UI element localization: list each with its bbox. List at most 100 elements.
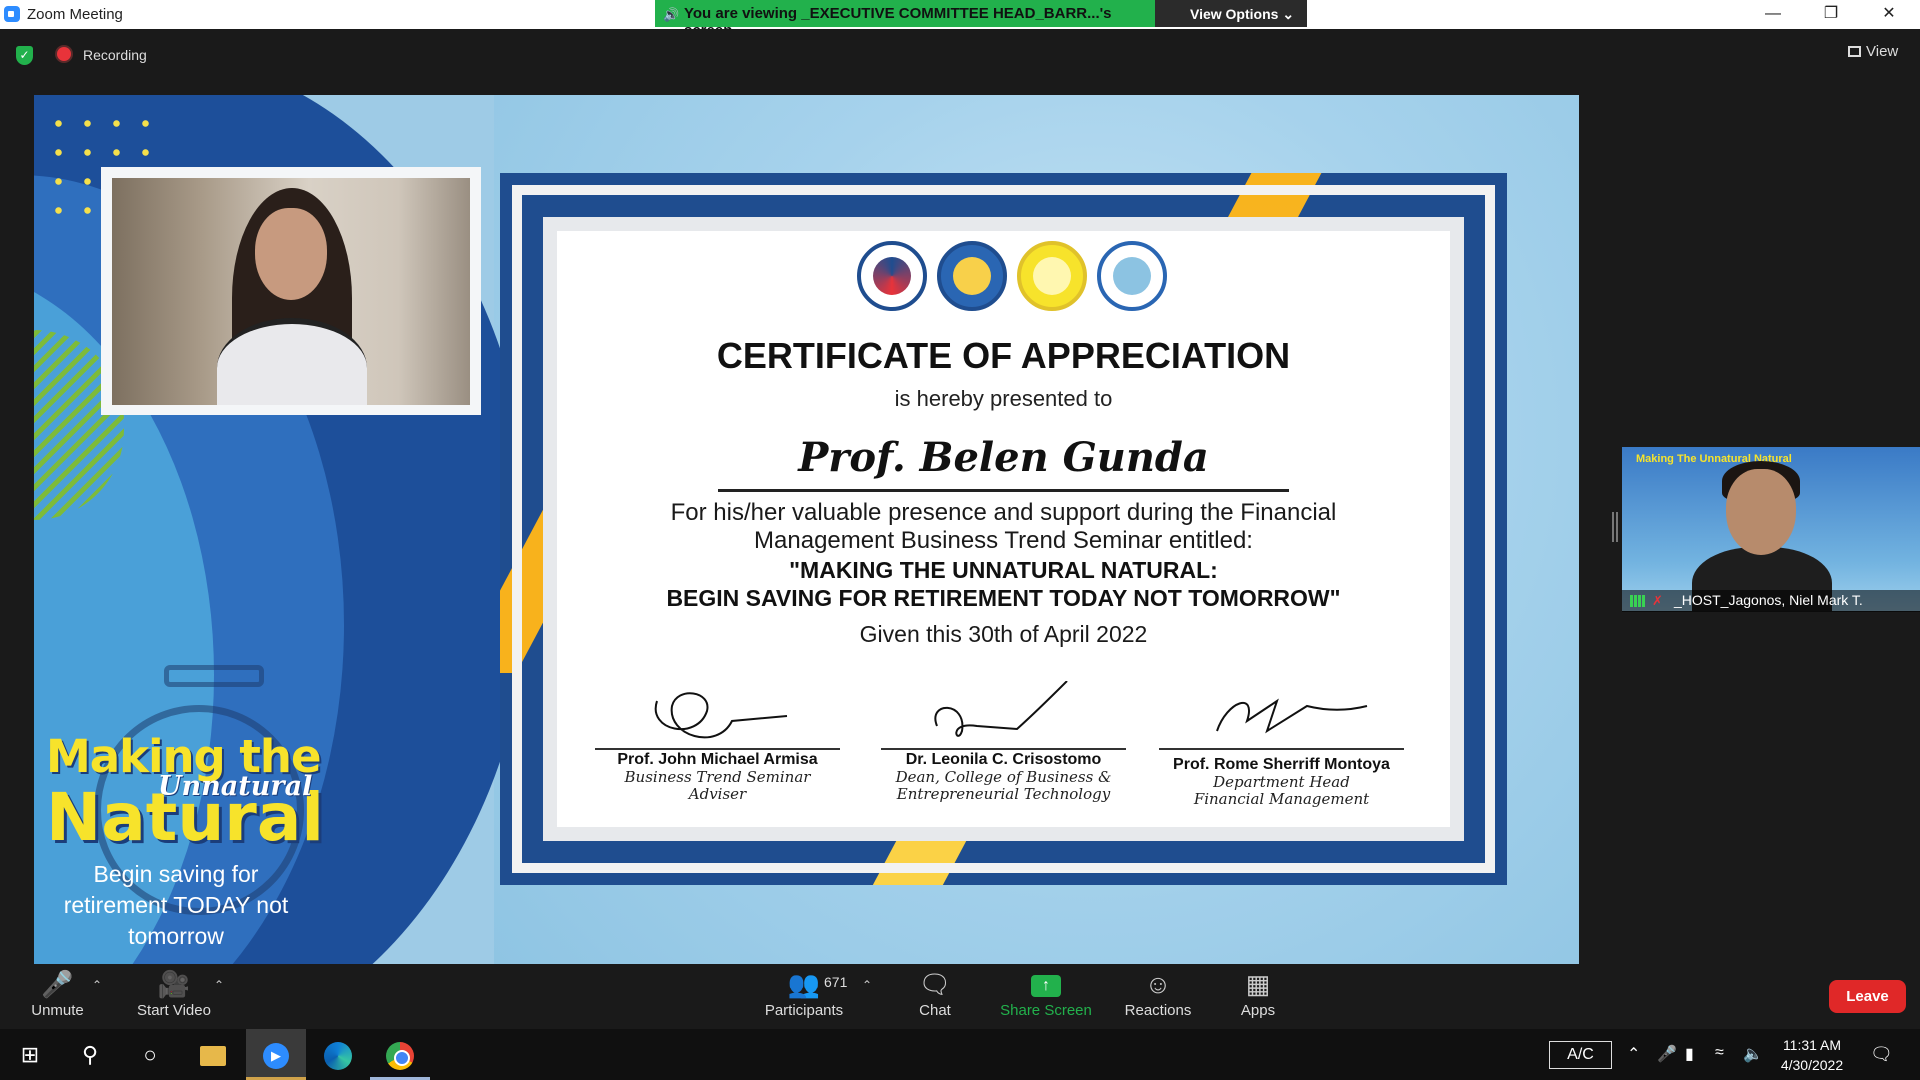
certificate-body-text: For his/her valuable presence and suppor… [557, 499, 1450, 555]
chrome-taskbar-button[interactable] [370, 1029, 430, 1080]
logo-unnatural: Unnatural [158, 771, 313, 802]
reactions-icon: ☺ [1144, 969, 1172, 999]
recording-dot-icon [57, 47, 71, 61]
apps-label: Apps [1240, 1002, 1276, 1019]
restore-button[interactable]: ❐ [1802, 0, 1860, 29]
view-options-button[interactable]: View Options ⌄ [1155, 0, 1307, 27]
notifications-icon[interactable]: 🗨 [1870, 1044, 1893, 1065]
taskbar-date: 4/30/2022 [1780, 1057, 1844, 1073]
participants-label: Participants [764, 1002, 844, 1019]
restore-icon: ❐ [1823, 5, 1839, 22]
certificate-body-line-2: Management Business Trend Seminar entitl… [754, 527, 1253, 554]
file-explorer-button[interactable] [183, 1029, 243, 1080]
view-button[interactable]: View [1848, 43, 1898, 60]
signature-3 [1216, 698, 1368, 734]
signatory-2-role-1: Dean, College of Business & [895, 768, 1112, 786]
signal-strength-icon [1630, 595, 1646, 607]
host-video-thumbnail[interactable]: Making The Unnatural Natural [1622, 447, 1920, 611]
seal-logo-2 [937, 241, 1007, 311]
close-icon: ✕ [1882, 5, 1896, 22]
host-name: _HOST_Jagonos, Niel Mark T. [1674, 592, 1863, 608]
signatory-3-role-2: Financial Management [1193, 790, 1370, 808]
ac-indicator[interactable]: A/C [1549, 1041, 1612, 1069]
signatory-3-role-1: Department Head [1213, 773, 1350, 791]
signatory-1-role-2: Adviser [688, 785, 747, 803]
reactions-button[interactable]: ☺ Reactions [1118, 964, 1198, 1029]
signatory-1: Prof. John Michael Armisa Business Trend… [595, 751, 840, 803]
recording-label[interactable]: Recording [83, 47, 147, 63]
window-title-bar: Zoom Meeting 🔊 You are viewing _EXECUTIV… [0, 0, 1920, 39]
leave-button[interactable]: Leave [1829, 980, 1906, 1013]
certificate-presented-text: is hereby presented to [894, 386, 1113, 411]
recipient-name: Prof. Belen Gunda [798, 434, 1209, 481]
certificate-date: Given this 30th of April 2022 [859, 621, 1148, 647]
mic-muted-icon: 🎤 [41, 969, 74, 999]
share-screen-label: Share Screen [1000, 1002, 1092, 1019]
signatory-2-role-2: Entrepreneurial Technology [896, 785, 1111, 803]
volume-icon[interactable]: 🔈 [1743, 1044, 1763, 1064]
encryption-shield-icon[interactable]: ✓ [16, 46, 33, 65]
video-options-caret-icon[interactable]: ⌃ [214, 978, 224, 992]
unmute-button[interactable]: 🎤 Unmute [20, 964, 95, 1029]
recipient-underline [718, 489, 1289, 492]
close-button[interactable]: ✕ [1860, 0, 1918, 29]
show-hidden-icons-chevron-icon[interactable]: ⌃ [1627, 1044, 1640, 1064]
video-off-icon: 🎥 [157, 969, 191, 999]
minimize-button[interactable]: — [1744, 0, 1802, 29]
seminar-title-line-1: "MAKING THE UNNATURAL NATURAL: [789, 557, 1218, 583]
share-screen-button[interactable]: ↑ Share Screen [996, 964, 1096, 1029]
signatory-1-role-1: Business Trend Seminar [624, 768, 811, 786]
panel-resize-handle[interactable] [1612, 512, 1618, 542]
search-button[interactable]: ⚲ [60, 1029, 120, 1080]
shared-screen: Making the Unnatural Natural Begin savin… [34, 95, 1579, 964]
microphone-icon[interactable]: 🎤 [1657, 1044, 1677, 1064]
share-screen-icon: ↑ [996, 964, 1096, 1000]
seminar-title-line-2: BEGIN SAVING FOR RETIREMENT TODAY NOT TO… [666, 585, 1341, 611]
taskbar-clock[interactable]: 11:31 AM 4/30/2022 [1767, 1035, 1857, 1075]
chat-icon: 🗨 [918, 969, 952, 999]
seal-logo-3 [1017, 241, 1087, 311]
window-title: Zoom Meeting [27, 6, 123, 23]
muted-mic-icon: ✗ [1652, 593, 1663, 608]
grid-view-icon [1848, 46, 1861, 57]
zoom-taskbar-button[interactable]: ▶ [246, 1029, 306, 1080]
apps-button[interactable]: ▦ Apps [1228, 964, 1288, 1029]
presenter-webcam-video [112, 178, 470, 405]
chrome-icon [386, 1042, 414, 1071]
view-button-label: View [1866, 43, 1899, 60]
signatory-2-name: Dr. Leonila C. Crisostomo [905, 751, 1102, 768]
signature-line-1 [595, 748, 840, 750]
wifi-icon[interactable]: ≈ [1715, 1044, 1724, 1062]
signature-2 [934, 681, 1068, 737]
cortana-circle-icon: ○ [143, 1042, 157, 1067]
chat-button[interactable]: 🗨 Chat [905, 964, 965, 1029]
logo-tagline: Begin saving for retirement TODAY not to… [63, 861, 289, 949]
viewing-banner: 🔊 You are viewing _EXECUTIVE COMMITTEE H… [655, 0, 1155, 39]
windows-logo-icon: ⊞ [20, 1042, 40, 1067]
edge-icon [324, 1042, 352, 1071]
signature-1 [654, 692, 788, 739]
chevron-down-icon: ⌄ [1282, 6, 1295, 22]
meeting-header: ✓ Recording View [0, 29, 1920, 79]
zoom-app-icon [4, 6, 20, 22]
presenter-face [255, 208, 327, 300]
seminar-title: "MAKING THE UNNATURAL NATURAL: BEGIN SAV… [557, 556, 1450, 612]
seal-logo-1 [857, 241, 927, 311]
meeting-toolbar: 🎤 Unmute ⌃ 🎥 Start Video ⌃ 👥 Participant… [0, 964, 1920, 1029]
participants-caret-icon[interactable]: ⌃ [862, 978, 872, 992]
folder-icon [200, 1046, 226, 1067]
taskbar-time: 11:31 AM [1782, 1037, 1842, 1053]
edge-taskbar-button[interactable] [308, 1029, 368, 1080]
start-button[interactable]: ⊞ [0, 1029, 60, 1080]
certificate-body: CERTIFICATE OF APPRECIATION is hereby pr… [557, 231, 1450, 827]
start-video-button[interactable]: 🎥 Start Video [128, 964, 220, 1029]
host-name-label: ✗ _HOST_Jagonos, Niel Mark T. [1622, 590, 1920, 612]
signatory-2: Dr. Leonila C. Crisostomo Dean, College … [881, 751, 1126, 803]
seal-logo-4 [1097, 241, 1167, 311]
task-view-button[interactable]: ○ [120, 1029, 180, 1080]
signatory-1-name: Prof. John Michael Armisa [617, 751, 818, 768]
battery-icon[interactable]: ▮ [1685, 1044, 1694, 1064]
audio-options-caret-icon[interactable]: ⌃ [92, 978, 102, 992]
host-face [1726, 469, 1796, 555]
apps-icon: ▦ [1245, 969, 1271, 999]
